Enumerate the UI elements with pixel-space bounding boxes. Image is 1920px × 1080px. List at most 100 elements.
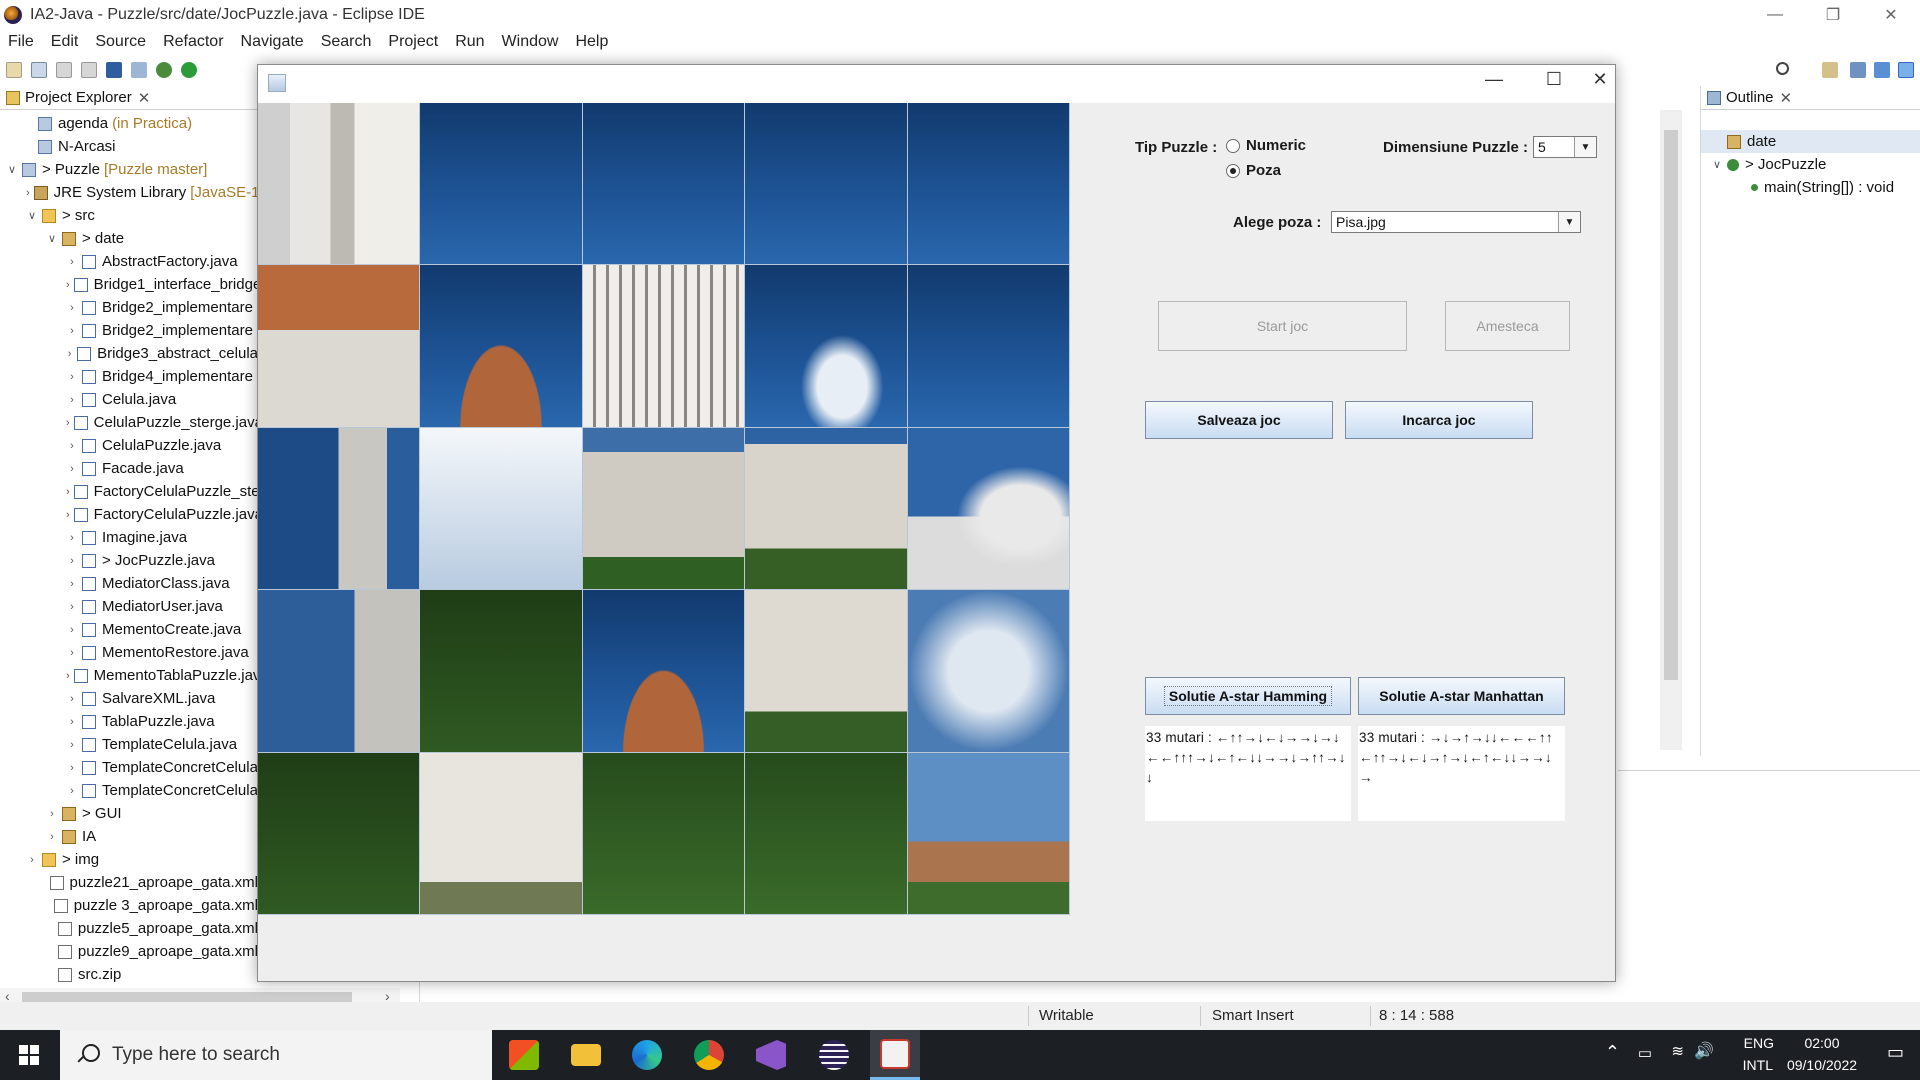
files-icon[interactable] (499, 1030, 549, 1080)
tree-item[interactable]: › MediatorUser.java (0, 595, 258, 618)
tree-item[interactable]: ∨ > src (0, 204, 258, 227)
chevron-right-icon[interactable]: › (66, 601, 78, 613)
tree-item[interactable]: ∨ > Puzzle [Puzzle master] (0, 158, 258, 181)
chevron-right-icon[interactable]: › (66, 647, 78, 659)
tree-item[interactable]: › > GUI (0, 802, 258, 825)
menu-search[interactable]: Search (321, 33, 372, 51)
chevron-right-icon[interactable]: › (66, 670, 70, 682)
tree-item[interactable]: › MediatorClass.java (0, 572, 258, 595)
menu-project[interactable]: Project (388, 33, 438, 51)
minimize-button[interactable]: — (1746, 0, 1804, 30)
chevron-right-icon[interactable]: › (66, 555, 78, 567)
debug-perspective-icon[interactable] (1874, 62, 1890, 78)
chevron-right-icon[interactable]: › (66, 394, 78, 406)
puzzle-tile[interactable] (745, 752, 908, 915)
tree-item[interactable]: › TemplateConcretCelula (0, 756, 258, 779)
tree-item[interactable]: › MementoTablaPuzzle.java (0, 664, 258, 687)
menu-window[interactable]: Window (502, 33, 559, 51)
solutie-manhattan-button[interactable]: Solutie A-star Manhattan (1358, 677, 1565, 715)
close-icon[interactable]: ✕ (1780, 89, 1793, 107)
puzzle-tile[interactable] (420, 103, 583, 266)
outline-item-package[interactable]: date (1701, 130, 1920, 153)
tree-item[interactable]: › AbstractFactory.java (0, 250, 258, 273)
chevron-right-icon[interactable]: › (66, 693, 78, 705)
wifi-icon[interactable]: ≋ (1671, 1042, 1684, 1060)
menu-file[interactable]: File (8, 33, 34, 51)
restore-button[interactable]: ❐ (1804, 0, 1862, 30)
tree-item[interactable]: › JRE System Library[JavaSE-17] (0, 181, 258, 204)
tree-item[interactable]: puzzle21_aproape_gata.xml (0, 871, 258, 894)
chevron-right-icon[interactable]: › (66, 256, 78, 268)
start-button[interactable] (0, 1030, 58, 1080)
puzzle-tile[interactable] (745, 427, 908, 591)
puzzle-tile[interactable] (907, 103, 1070, 266)
puzzle-tile[interactable] (258, 427, 421, 591)
chevron-right-icon[interactable]: › (66, 762, 78, 774)
chevron-down-icon[interactable]: ∨ (6, 163, 18, 176)
battery-icon[interactable]: ▭ (1638, 1044, 1652, 1062)
tree-item[interactable]: N-Arcasi (0, 135, 258, 158)
chevron-right-icon[interactable]: › (46, 831, 58, 843)
tree-item[interactable]: › CelulaPuzzle.java (0, 434, 258, 457)
tree-item[interactable]: › Facade.java (0, 457, 258, 480)
menu-run[interactable]: Run (455, 33, 484, 51)
tree-item[interactable]: › CelulaPuzzle_sterge.java (0, 411, 258, 434)
radio-numeric-dot[interactable] (1226, 138, 1240, 153)
puzzle-tile[interactable] (745, 590, 908, 753)
clock-date[interactable]: 09/10/2022 (1782, 1057, 1862, 1073)
chevron-right-icon[interactable]: › (66, 440, 78, 452)
debug-icon[interactable] (156, 62, 172, 78)
puzzle-tile[interactable] (745, 265, 908, 428)
chevron-right-icon[interactable]: › (66, 486, 70, 498)
save-all-icon[interactable] (81, 62, 97, 78)
new-icon[interactable] (6, 62, 22, 78)
puzzle-tile[interactable] (420, 590, 583, 753)
chevron-right-icon[interactable]: › (66, 739, 78, 751)
tree-item[interactable]: › FactoryCelulaPuzzle_ste (0, 480, 258, 503)
puzzle-tile[interactable] (907, 590, 1070, 753)
puzzle-tile[interactable] (258, 265, 421, 428)
tree-item[interactable]: › Imagine.java (0, 526, 258, 549)
volume-icon[interactable]: 🔊 (1694, 1041, 1714, 1061)
notification-icon[interactable]: ▭ (1887, 1042, 1904, 1063)
chevron-right-icon[interactable]: › (66, 279, 70, 291)
menu-refactor[interactable]: Refactor (163, 33, 223, 51)
chevron-right-icon[interactable]: › (26, 187, 30, 199)
chevron-right-icon[interactable]: › (66, 302, 78, 314)
chevron-down-icon[interactable]: ∨ (46, 232, 58, 245)
chevron-down-icon[interactable]: ∨ (26, 209, 38, 222)
chevron-down-icon[interactable]: ▼ (1558, 212, 1580, 232)
tree-item[interactable]: › IA (0, 825, 258, 848)
edge-icon[interactable] (622, 1030, 672, 1080)
puzzle-tile[interactable] (582, 752, 746, 915)
chevron-right-icon[interactable]: › (46, 808, 58, 820)
tree-item[interactable]: › Celula.java (0, 388, 258, 411)
puzzle-tile[interactable] (582, 103, 746, 266)
puzzle-tile[interactable] (420, 752, 583, 915)
chevron-right-icon[interactable]: › (66, 532, 78, 544)
open-icon[interactable] (31, 62, 47, 78)
menu-edit[interactable]: Edit (51, 33, 79, 51)
clock-time[interactable]: 02:00 (1782, 1035, 1862, 1051)
dialog-minimize-button[interactable]: — (1479, 69, 1509, 90)
tree-item[interactable]: puzzle 3_aproape_gata.xml (0, 894, 258, 917)
menu-navigate[interactable]: Navigate (241, 33, 304, 51)
tree-item[interactable]: › Bridge4_implementare (0, 365, 258, 388)
language-indicator[interactable]: ENG (1744, 1035, 1774, 1051)
scrollbar-thumb[interactable] (1664, 130, 1678, 680)
tree-item[interactable]: agenda (in Practica) (0, 112, 258, 135)
tree-item[interactable]: › Bridge2_implementare (0, 319, 258, 342)
chevron-right-icon[interactable]: › (66, 325, 78, 337)
terminal-icon[interactable] (106, 62, 122, 78)
skip-breakpoints-icon[interactable] (131, 62, 147, 78)
dimensiune-select[interactable]: 5 ▼ (1533, 136, 1597, 158)
tree-item[interactable]: › FactoryCelulaPuzzle.java (0, 503, 258, 526)
puzzle-tile[interactable] (582, 590, 746, 753)
dialog-maximize-button[interactable]: ☐ (1539, 69, 1569, 90)
chevron-right-icon[interactable]: › (66, 785, 78, 797)
puzzle-tile[interactable] (907, 265, 1070, 428)
chevron-down-icon[interactable]: ∨ (1711, 158, 1723, 171)
tree-item[interactable]: › Bridge3_abstract_celula (0, 342, 258, 365)
start-joc-button[interactable]: Start joc (1158, 301, 1407, 351)
puzzle-tile[interactable] (582, 427, 746, 591)
